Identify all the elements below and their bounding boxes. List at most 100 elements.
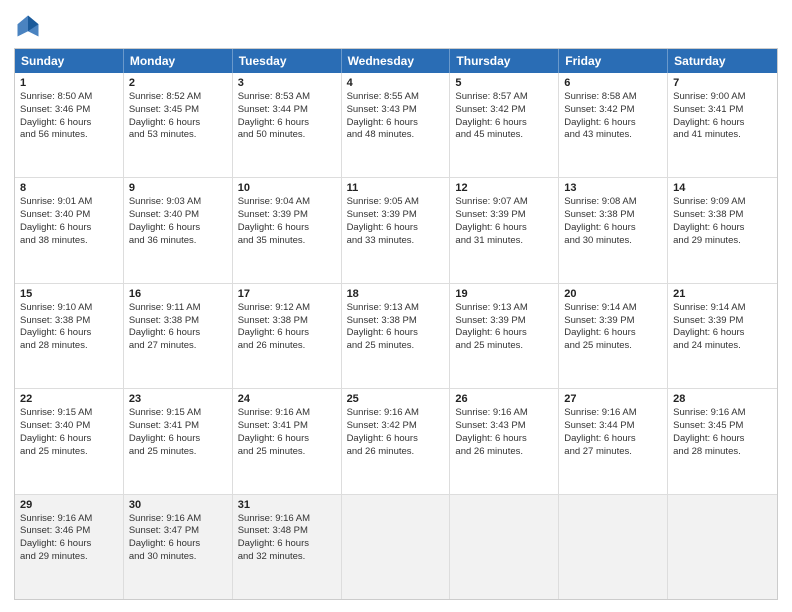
cell-line-1: Sunset: 3:38 PM — [20, 315, 118, 328]
day-cell-26: 26Sunrise: 9:16 AMSunset: 3:43 PMDayligh… — [450, 389, 559, 493]
day-cell-1: 1Sunrise: 8:50 AMSunset: 3:46 PMDaylight… — [15, 73, 124, 177]
cell-line-0: Sunrise: 9:16 AM — [238, 513, 336, 526]
day-number: 4 — [347, 77, 445, 89]
day-cell-4: 4Sunrise: 8:55 AMSunset: 3:43 PMDaylight… — [342, 73, 451, 177]
cell-line-2: Daylight: 6 hours — [673, 222, 772, 235]
cell-line-3: and 53 minutes. — [129, 129, 227, 142]
cell-line-3: and 29 minutes. — [673, 235, 772, 248]
cell-line-3: and 26 minutes. — [455, 446, 553, 459]
cell-line-1: Sunset: 3:41 PM — [673, 104, 772, 117]
cell-line-2: Daylight: 6 hours — [564, 117, 662, 130]
day-number: 13 — [564, 182, 662, 194]
cell-line-0: Sunrise: 9:16 AM — [20, 513, 118, 526]
header-day-thursday: Thursday — [450, 49, 559, 73]
cell-line-1: Sunset: 3:38 PM — [238, 315, 336, 328]
day-number: 11 — [347, 182, 445, 194]
cell-line-2: Daylight: 6 hours — [20, 117, 118, 130]
cell-line-2: Daylight: 6 hours — [238, 433, 336, 446]
day-cell-27: 27Sunrise: 9:16 AMSunset: 3:44 PMDayligh… — [559, 389, 668, 493]
cell-line-2: Daylight: 6 hours — [20, 538, 118, 551]
day-cell-15: 15Sunrise: 9:10 AMSunset: 3:38 PMDayligh… — [15, 284, 124, 388]
cell-line-1: Sunset: 3:41 PM — [238, 420, 336, 433]
day-number: 7 — [673, 77, 772, 89]
header-day-friday: Friday — [559, 49, 668, 73]
cell-line-2: Daylight: 6 hours — [455, 327, 553, 340]
cell-line-3: and 30 minutes. — [129, 551, 227, 564]
page: SundayMondayTuesdayWednesdayThursdayFrid… — [0, 0, 792, 612]
cell-line-2: Daylight: 6 hours — [564, 433, 662, 446]
day-number: 14 — [673, 182, 772, 194]
day-cell-18: 18Sunrise: 9:13 AMSunset: 3:38 PMDayligh… — [342, 284, 451, 388]
day-cell-10: 10Sunrise: 9:04 AMSunset: 3:39 PMDayligh… — [233, 178, 342, 282]
cell-line-0: Sunrise: 9:16 AM — [673, 407, 772, 420]
day-cell-25: 25Sunrise: 9:16 AMSunset: 3:42 PMDayligh… — [342, 389, 451, 493]
cell-line-2: Daylight: 6 hours — [564, 327, 662, 340]
cell-line-2: Daylight: 6 hours — [129, 433, 227, 446]
day-number: 22 — [20, 393, 118, 405]
week-row-2: 8Sunrise: 9:01 AMSunset: 3:40 PMDaylight… — [15, 177, 777, 282]
day-cell-7: 7Sunrise: 9:00 AMSunset: 3:41 PMDaylight… — [668, 73, 777, 177]
cell-line-3: and 50 minutes. — [238, 129, 336, 142]
cell-line-2: Daylight: 6 hours — [564, 222, 662, 235]
empty-cell — [559, 495, 668, 599]
day-number: 9 — [129, 182, 227, 194]
day-number: 12 — [455, 182, 553, 194]
cell-line-1: Sunset: 3:38 PM — [564, 209, 662, 222]
cell-line-1: Sunset: 3:44 PM — [564, 420, 662, 433]
day-number: 30 — [129, 499, 227, 511]
cell-line-3: and 27 minutes. — [129, 340, 227, 353]
day-number: 27 — [564, 393, 662, 405]
week-row-4: 22Sunrise: 9:15 AMSunset: 3:40 PMDayligh… — [15, 388, 777, 493]
cell-line-0: Sunrise: 9:15 AM — [20, 407, 118, 420]
cell-line-0: Sunrise: 8:50 AM — [20, 91, 118, 104]
cell-line-2: Daylight: 6 hours — [673, 117, 772, 130]
day-number: 10 — [238, 182, 336, 194]
cell-line-2: Daylight: 6 hours — [238, 117, 336, 130]
cell-line-3: and 29 minutes. — [20, 551, 118, 564]
day-cell-21: 21Sunrise: 9:14 AMSunset: 3:39 PMDayligh… — [668, 284, 777, 388]
logo — [14, 12, 46, 40]
cell-line-2: Daylight: 6 hours — [238, 538, 336, 551]
day-cell-30: 30Sunrise: 9:16 AMSunset: 3:47 PMDayligh… — [124, 495, 233, 599]
calendar: SundayMondayTuesdayWednesdayThursdayFrid… — [14, 48, 778, 600]
cell-line-2: Daylight: 6 hours — [238, 222, 336, 235]
calendar-header: SundayMondayTuesdayWednesdayThursdayFrid… — [15, 49, 777, 73]
day-cell-29: 29 Sunrise: 9:16 AMSunset: 3:46 PMDayligh… — [15, 495, 124, 599]
cell-line-1: Sunset: 3:39 PM — [455, 315, 553, 328]
cell-line-2: Daylight: 6 hours — [347, 433, 445, 446]
cell-line-3: and 38 minutes. — [20, 235, 118, 248]
cell-line-1: Sunset: 3:40 PM — [129, 209, 227, 222]
day-cell-28: 28Sunrise: 9:16 AMSunset: 3:45 PMDayligh… — [668, 389, 777, 493]
header-day-wednesday: Wednesday — [342, 49, 451, 73]
cell-line-1: Sunset: 3:41 PM — [129, 420, 227, 433]
day-number: 21 — [673, 288, 772, 300]
header-day-monday: Monday — [124, 49, 233, 73]
cell-line-1: Sunset: 3:47 PM — [129, 525, 227, 538]
cell-line-3: and 25 minutes. — [455, 340, 553, 353]
day-cell-2: 2Sunrise: 8:52 AMSunset: 3:45 PMDaylight… — [124, 73, 233, 177]
empty-cell — [668, 495, 777, 599]
day-cell-19: 19Sunrise: 9:13 AMSunset: 3:39 PMDayligh… — [450, 284, 559, 388]
cell-line-3: and 36 minutes. — [129, 235, 227, 248]
day-number: 26 — [455, 393, 553, 405]
cell-line-3: and 56 minutes. — [20, 129, 118, 142]
cell-line-1: Sunset: 3:40 PM — [20, 420, 118, 433]
day-number: 23 — [129, 393, 227, 405]
day-number: 16 — [129, 288, 227, 300]
cell-line-1: Sunset: 3:40 PM — [20, 209, 118, 222]
logo-icon — [14, 12, 42, 40]
cell-line-3: and 25 minutes. — [564, 340, 662, 353]
day-number: 29 — [20, 499, 118, 511]
cell-line-0: Sunrise: 9:10 AM — [20, 302, 118, 315]
day-cell-9: 9Sunrise: 9:03 AMSunset: 3:40 PMDaylight… — [124, 178, 233, 282]
cell-line-0: Sunrise: 9:14 AM — [564, 302, 662, 315]
cell-line-1: Sunset: 3:46 PM — [20, 525, 118, 538]
day-number: 8 — [20, 182, 118, 194]
week-row-3: 15Sunrise: 9:10 AMSunset: 3:38 PMDayligh… — [15, 283, 777, 388]
cell-line-0: Sunrise: 9:15 AM — [129, 407, 227, 420]
day-number: 18 — [347, 288, 445, 300]
cell-line-3: and 26 minutes. — [238, 340, 336, 353]
cell-line-0: Sunrise: 9:05 AM — [347, 196, 445, 209]
cell-line-2: Daylight: 6 hours — [347, 327, 445, 340]
cell-line-3: and 25 minutes. — [129, 446, 227, 459]
